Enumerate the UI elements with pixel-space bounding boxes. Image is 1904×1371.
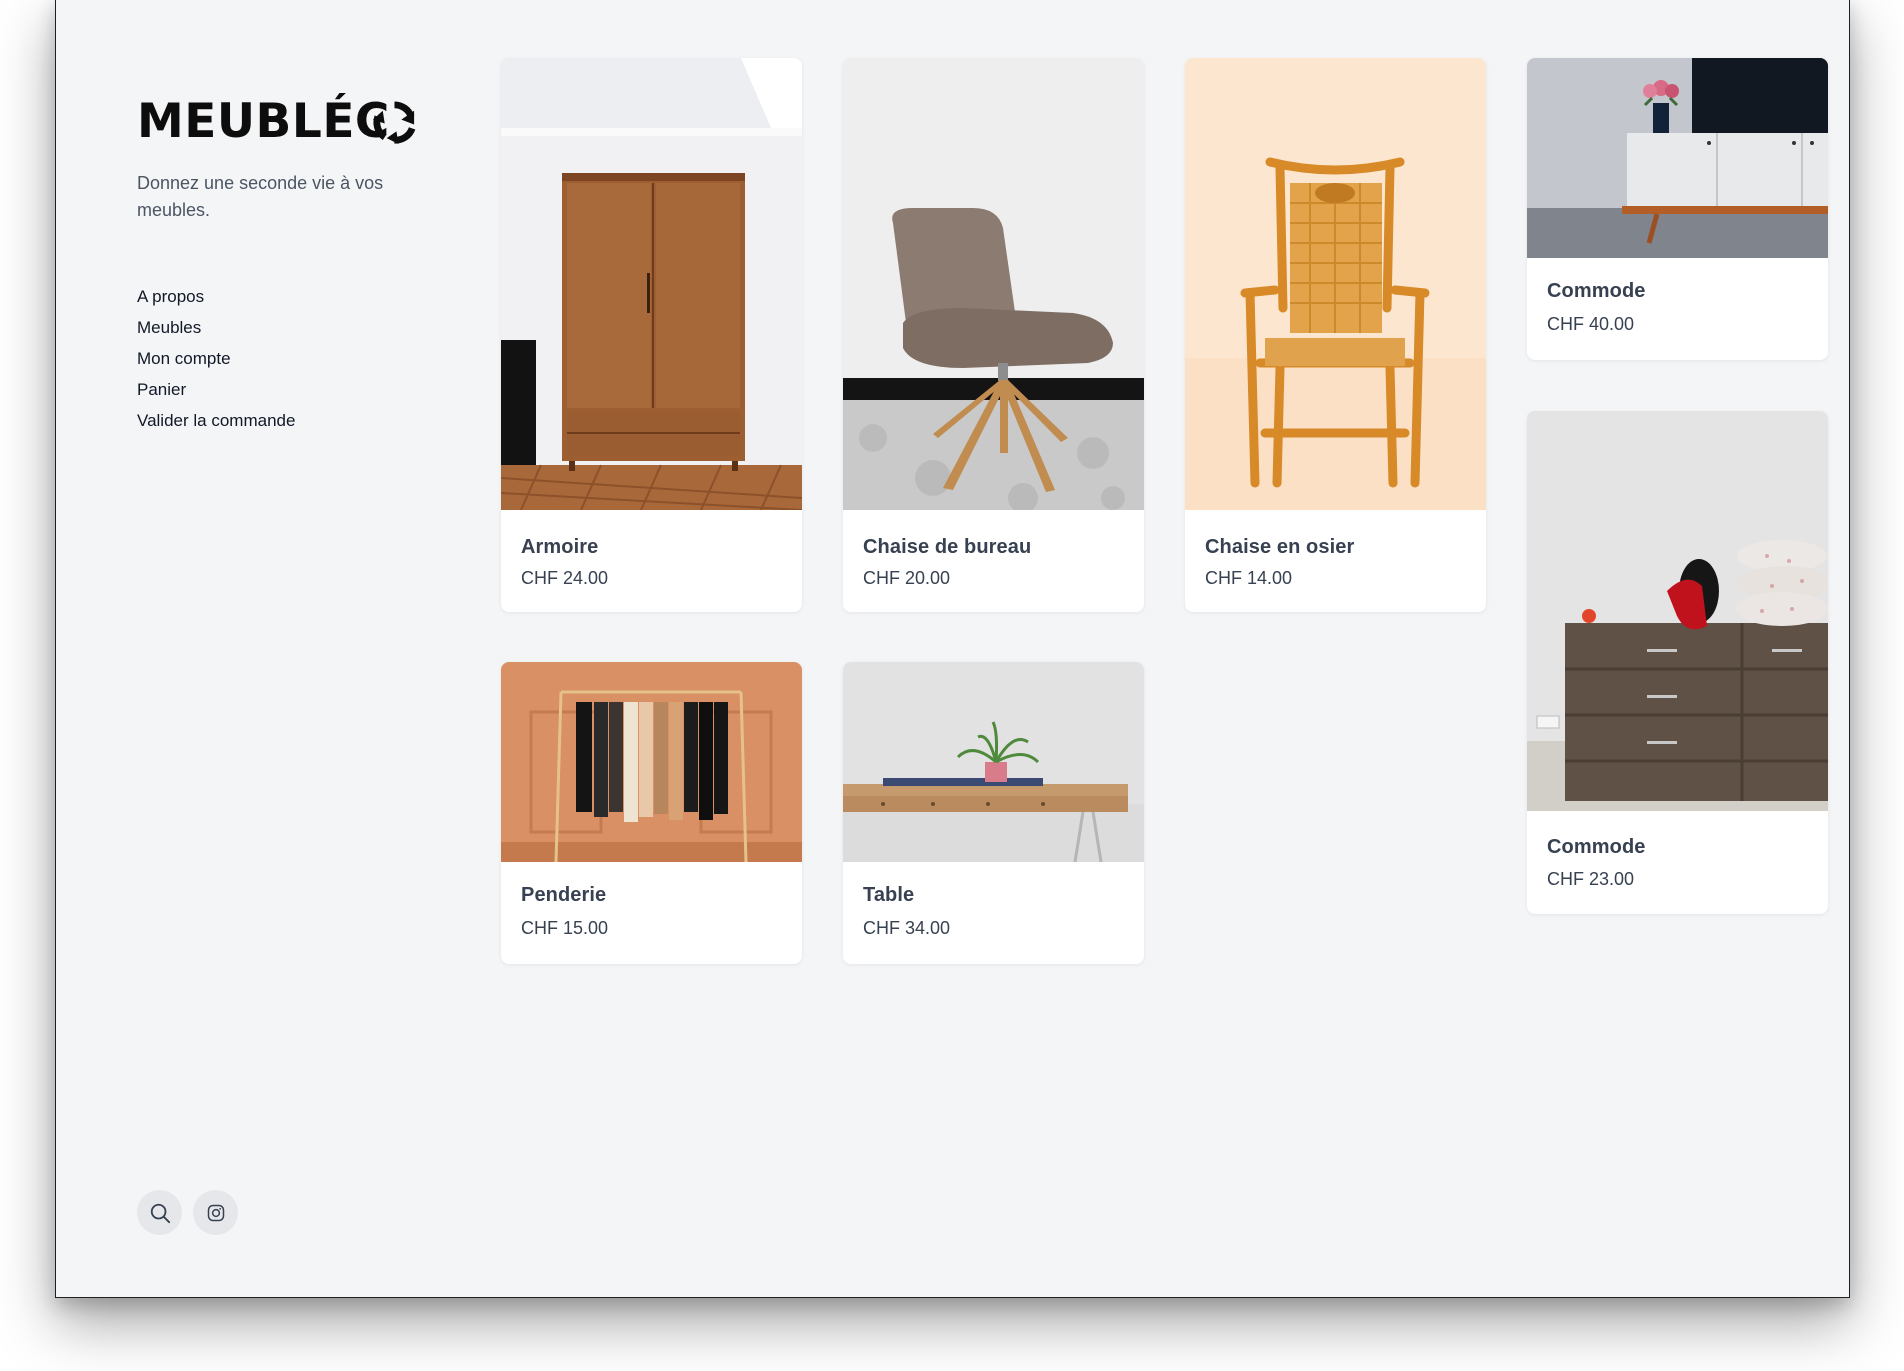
nav-item-valider-commande[interactable]: Valider la commande xyxy=(137,405,295,436)
product-name: Commode xyxy=(1547,836,1646,858)
grey-lounge-chair-photo xyxy=(843,58,1144,510)
product-price: CHF 24.00 xyxy=(521,568,609,588)
product-price: CHF 40.00 xyxy=(1547,314,1635,334)
wooden-wardrobe-photo xyxy=(501,58,802,510)
product-price: CHF 34.00 xyxy=(863,918,951,938)
product-price: CHF 15.00 xyxy=(521,918,609,938)
wicker-chair-photo xyxy=(1185,58,1486,510)
recycle-arrows-icon xyxy=(372,101,416,145)
wooden-desk-plant-photo xyxy=(843,662,1144,862)
nav-item-mon-compte[interactable]: Mon compte xyxy=(137,343,295,374)
product-card-chaise-en-osier[interactable]: Chaise en osier CHF 14.00 xyxy=(1185,58,1486,612)
clothes-rack-photo xyxy=(501,662,802,862)
product-price: CHF 20.00 xyxy=(863,568,951,588)
product-name: Chaise en osier xyxy=(1205,536,1355,558)
product-name: Chaise de bureau xyxy=(863,536,1032,558)
product-price: CHF 14.00 xyxy=(1205,568,1293,588)
product-card-armoire[interactable]: Armoire CHF 24.00 xyxy=(501,58,802,612)
product-card-commode-1[interactable]: Commode CHF 40.00 xyxy=(1527,58,1828,360)
product-card-commode-2[interactable]: Commode CHF 23.00 xyxy=(1527,411,1828,914)
nav-item-a-propos[interactable]: A propos xyxy=(137,281,295,312)
product-name: Penderie xyxy=(521,884,607,906)
product-name: Table xyxy=(863,884,915,906)
main-nav: A propos Meubles Mon compte Panier Valid… xyxy=(137,281,295,436)
nav-item-panier[interactable]: Panier xyxy=(137,374,295,405)
search-button[interactable] xyxy=(137,1190,182,1235)
search-icon xyxy=(150,1203,170,1223)
instagram-icon xyxy=(207,1204,224,1221)
white-sideboard-photo xyxy=(1527,58,1828,258)
product-name: Armoire xyxy=(521,536,599,558)
nav-item-meubles[interactable]: Meubles xyxy=(137,312,295,343)
instagram-link[interactable] xyxy=(193,1190,238,1235)
brand-logo[interactable]: MEUBLÉC xyxy=(137,96,437,148)
tagline: Donnez une seconde vie à vos meubles. xyxy=(137,173,384,220)
product-price: CHF 23.00 xyxy=(1547,869,1635,889)
product-card-chaise-de-bureau[interactable]: Chaise de bureau CHF 20.00 xyxy=(843,58,1144,612)
product-card-table[interactable]: Table CHF 34.00 xyxy=(843,662,1144,964)
product-name: Commode xyxy=(1547,280,1646,302)
product-card-penderie[interactable]: Penderie CHF 15.00 xyxy=(501,662,802,964)
sidebar: MEUBLÉC Donnez une seconde vie à vos meu… xyxy=(137,0,467,1297)
brown-dresser-pillows-photo xyxy=(1527,411,1828,811)
brand-name: MEUBLÉC xyxy=(137,94,390,149)
app-window: MEUBLÉC Donnez une seconde vie à vos meu… xyxy=(55,0,1850,1298)
